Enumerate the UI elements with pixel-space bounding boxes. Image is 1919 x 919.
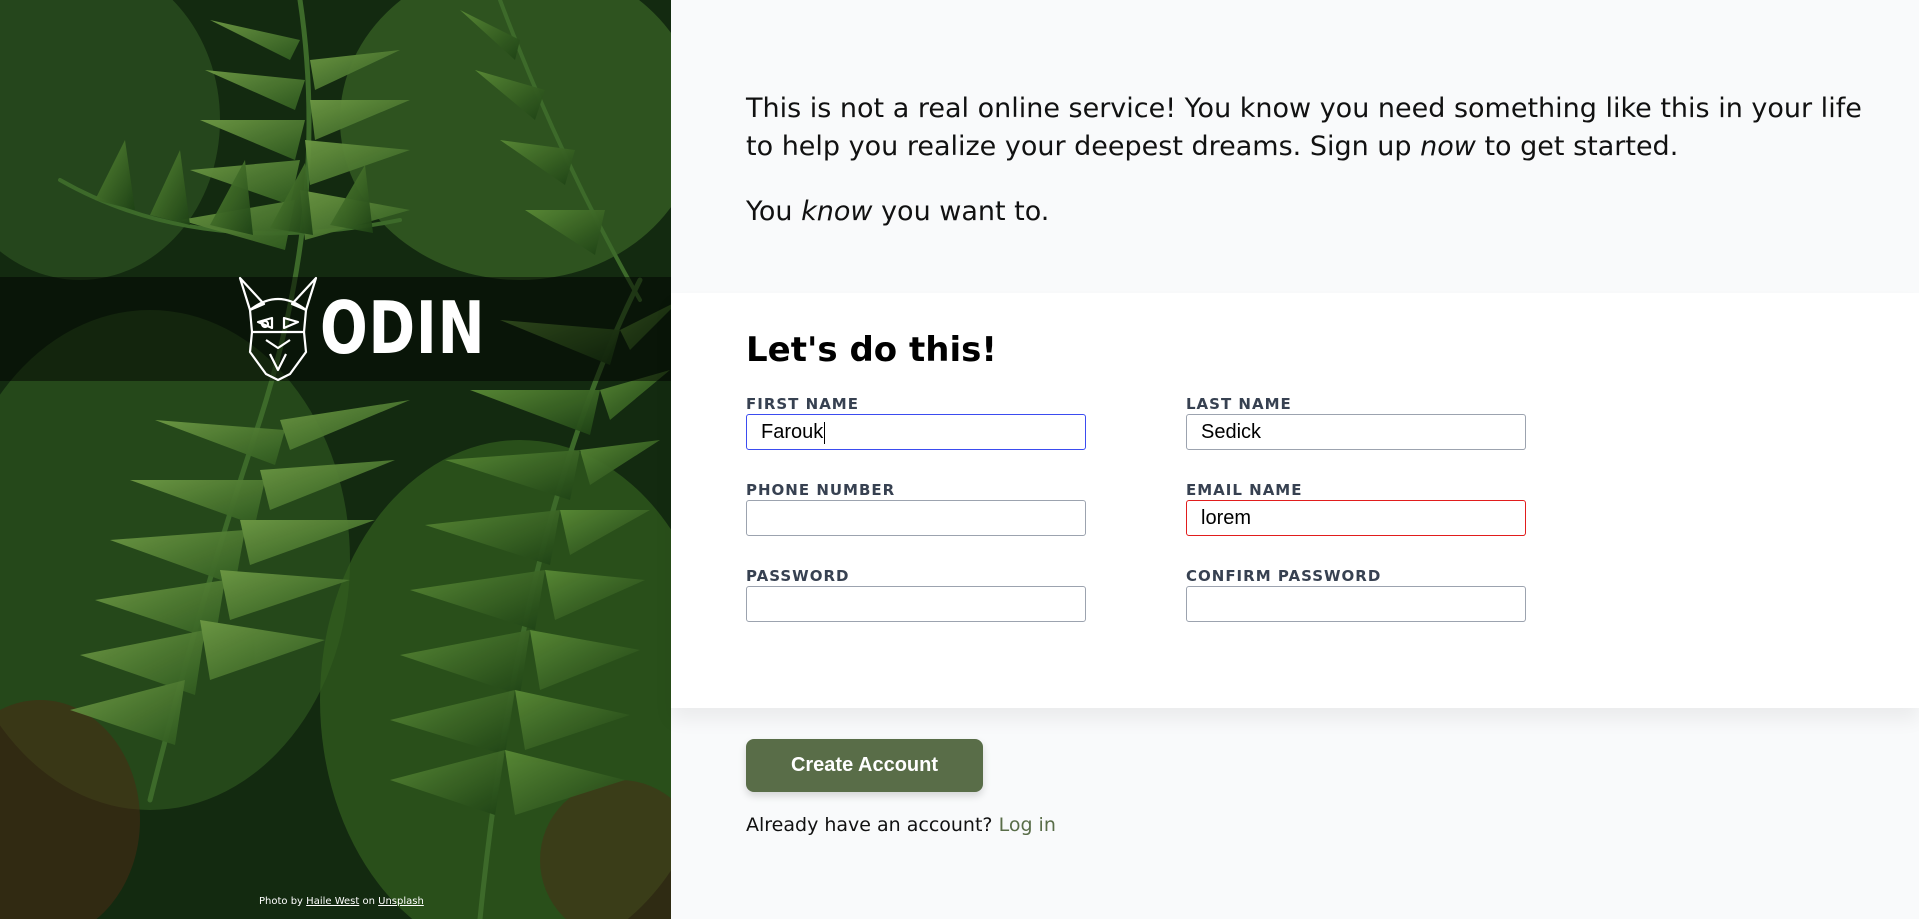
credit-source-link[interactable]: Unsplash (378, 896, 424, 907)
photo-credit: Photo by Haile West on Unsplash (259, 896, 424, 907)
form-title: Let's do this! (746, 330, 997, 370)
page: ODIN Photo by Haile West on Unsplash Thi… (0, 0, 1919, 919)
password-field: PASSWORD (746, 566, 1086, 622)
last-name-label: LAST NAME (1186, 395, 1292, 413)
phone-number-field: PHONE NUMBER (746, 480, 1086, 536)
logo-text: ODIN (320, 286, 486, 370)
first-name-input[interactable]: Farouk (746, 414, 1086, 450)
confirm-password-field: CONFIRM PASSWORD (1186, 566, 1526, 622)
confirm-password-input[interactable] (1186, 586, 1526, 622)
first-name-label: FIRST NAME (746, 395, 859, 413)
signup-content: This is not a real online service! You k… (671, 0, 1919, 919)
credit-middle: on (362, 896, 375, 907)
email-field: EMAIL NAME lorem (1186, 480, 1526, 536)
fern-background-image (0, 0, 671, 919)
credit-author-link[interactable]: Haile West (306, 896, 359, 907)
email-input[interactable]: lorem (1186, 500, 1526, 536)
hero-image: ODIN Photo by Haile West on Unsplash (0, 0, 671, 919)
viking-helmet-icon (238, 276, 318, 382)
login-prompt: Already have an account? Log in (746, 814, 1056, 836)
login-prompt-text: Already have an account? (746, 814, 993, 836)
first-name-field: FIRST NAME Farouk (746, 394, 1086, 450)
last-name-field: LAST NAME Sedick (1186, 394, 1526, 450)
password-input[interactable] (746, 586, 1086, 622)
signup-form: Let's do this! FIRST NAME Farouk LAST NA… (671, 293, 1919, 708)
login-link[interactable]: Log in (999, 814, 1056, 836)
credit-prefix: Photo by (259, 896, 303, 907)
odin-logo: ODIN (236, 274, 485, 384)
intro-paragraph-1: This is not a real online service! You k… (746, 93, 1862, 162)
last-name-input[interactable]: Sedick (1186, 414, 1526, 450)
first-name-value: Farouk (761, 421, 824, 443)
phone-number-input[interactable] (746, 500, 1086, 536)
create-account-button[interactable]: Create Account (746, 739, 983, 792)
confirm-password-label: CONFIRM PASSWORD (1186, 567, 1382, 585)
email-label: EMAIL NAME (1186, 481, 1303, 499)
text-caret (824, 421, 826, 444)
intro-paragraph-2: You know you want to. (746, 196, 1050, 227)
password-label: PASSWORD (746, 567, 850, 585)
intro-text: This is not a real online service! You k… (746, 90, 1866, 258)
phone-number-label: PHONE NUMBER (746, 481, 896, 499)
